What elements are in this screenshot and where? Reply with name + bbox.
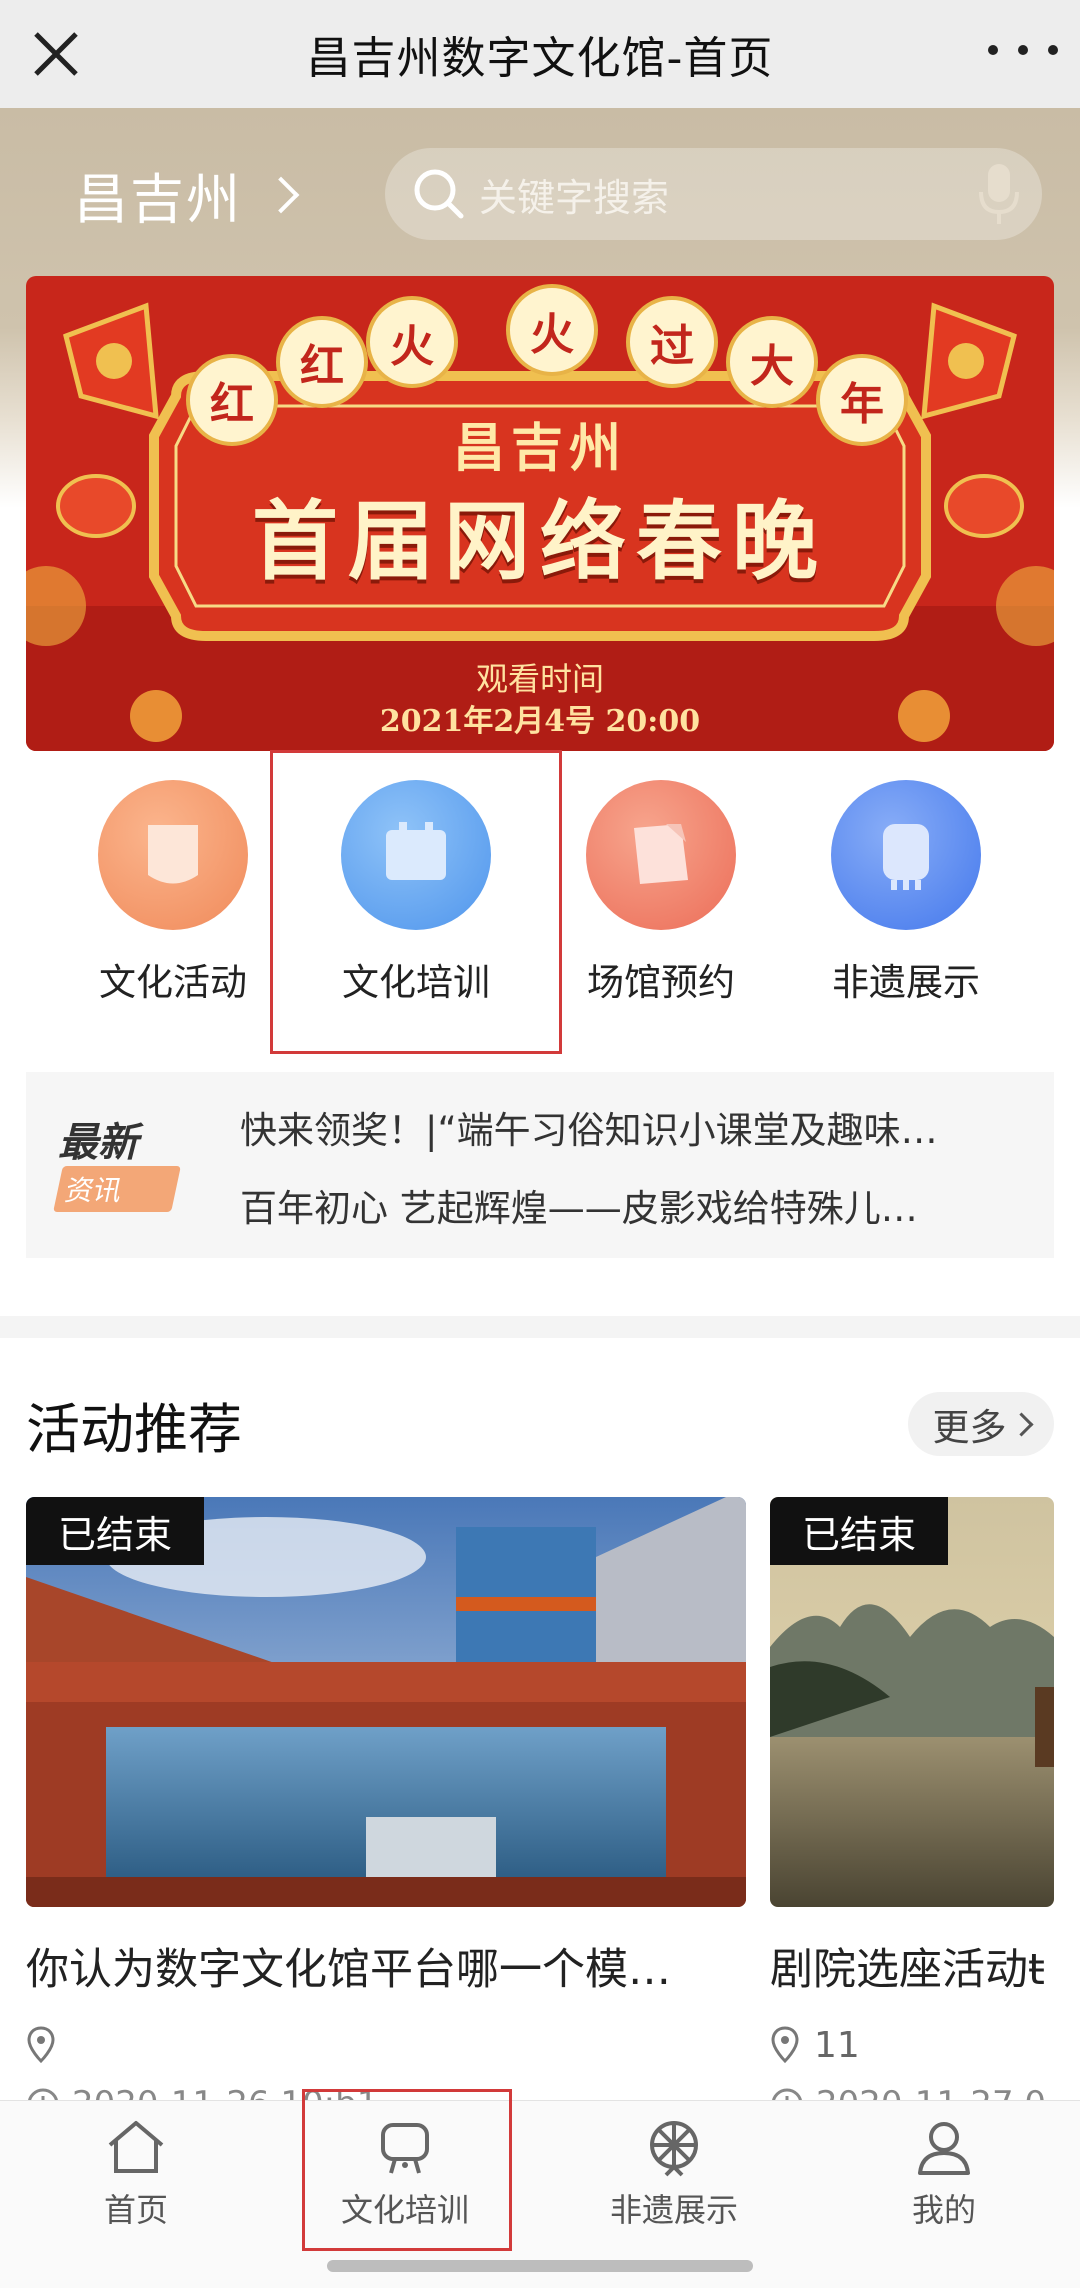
- banner-title: 首届网络春晚: [252, 491, 828, 592]
- entry-venue-booking[interactable]: 场馆预约: [541, 780, 781, 1006]
- activity-location: 11: [770, 2022, 860, 2068]
- activity-card-title[interactable]: 剧院选座活动ŧ: [770, 1935, 1054, 1997]
- section-title: 活动推荐: [26, 1398, 242, 1461]
- tab-profile[interactable]: 我的: [844, 2117, 1044, 2231]
- status-tag: 已结束: [26, 1497, 205, 1565]
- entry-label: 非遗展示: [832, 961, 980, 1004]
- activity-card-image[interactable]: 已结束: [26, 1497, 746, 1907]
- tab-label: 首页: [103, 2191, 168, 2229]
- section-divider: [0, 1316, 1080, 1338]
- heritage-tab-icon: [650, 2121, 698, 2177]
- news-badge-title: 最新: [58, 1120, 138, 1166]
- promo-banner[interactable]: 红 红 火 火 过 大 年 昌吉州 首届网络春晚 观看时间 2021年2月4号 …: [26, 276, 1054, 751]
- banner-chip: 火: [366, 296, 458, 388]
- city-selector[interactable]: 昌吉州: [74, 155, 300, 234]
- news-item[interactable]: 快来领奖！|“端午习俗知识小课堂及趣味…: [240, 1100, 938, 1154]
- activity-card-image[interactable]: 已结束: [770, 1497, 1054, 1907]
- home-indicator: [327, 2260, 753, 2272]
- microphone-icon[interactable]: [976, 162, 1022, 226]
- banner-time-label: 观看时间: [475, 660, 604, 698]
- more-button[interactable]: 更多: [908, 1392, 1054, 1456]
- tab-home[interactable]: 首页: [36, 2117, 236, 2231]
- location-text: 11: [814, 2024, 860, 2066]
- city-label: 昌吉州: [74, 168, 242, 231]
- profile-icon: [918, 2122, 970, 2175]
- entry-label: 场馆预约: [587, 961, 735, 1004]
- heritage-icon: [831, 780, 981, 930]
- highlight-annotation: [302, 2089, 512, 2251]
- tab-label: 我的: [911, 2191, 976, 2229]
- page-title: 昌吉州数字文化馆-首页: [306, 33, 774, 84]
- tab-heritage[interactable]: 非遗展示: [574, 2117, 774, 2231]
- search-bar[interactable]: 关键字搜索: [385, 148, 1042, 240]
- search-input[interactable]: 关键字搜索: [479, 167, 669, 222]
- banner-chip: 红: [276, 316, 368, 408]
- activity-location: [26, 2022, 68, 2068]
- entry-culture-activity[interactable]: 文化活动: [53, 780, 293, 1006]
- highlight-annotation: [270, 750, 562, 1054]
- close-icon[interactable]: [26, 24, 86, 84]
- banner-chip: 大: [726, 316, 818, 408]
- location-pin-icon: [771, 2026, 799, 2064]
- venue-icon: [586, 780, 736, 930]
- news-badge: 最新 资讯: [50, 1110, 200, 1220]
- entry-heritage-showcase[interactable]: 非遗展示: [786, 780, 1026, 1006]
- activity-icon: [98, 780, 248, 930]
- activity-card-title[interactable]: 你认为数字文化馆平台哪一个模…: [26, 1935, 746, 1997]
- top-navbar: 昌吉州数字文化馆-首页: [0, 0, 1080, 108]
- news-badge-subtitle: 资讯: [53, 1166, 181, 1212]
- banner-chip: 火: [506, 284, 598, 376]
- chevron-right-icon: [1008, 1411, 1034, 1437]
- status-tag: 已结束: [770, 1497, 949, 1565]
- tab-label: 非遗展示: [609, 2191, 738, 2229]
- news-panel: 最新 资讯 快来领奖！|“端午习俗知识小课堂及趣味… 百年初心 艺起辉煌——皮影…: [26, 1072, 1054, 1258]
- entry-label: 文化活动: [99, 961, 247, 1004]
- more-menu-icon[interactable]: [988, 30, 1058, 70]
- more-label: 更多: [932, 1406, 1007, 1449]
- search-icon: [414, 169, 464, 219]
- location-pin-icon: [27, 2026, 55, 2064]
- news-item[interactable]: 百年初心 艺起辉煌——皮影戏给特殊儿…: [240, 1178, 918, 1232]
- banner-time: 2021年2月4号 20:00: [379, 704, 701, 739]
- chevron-right-icon: [262, 176, 300, 213]
- banner-subtitle: 昌吉州: [452, 418, 627, 479]
- home-icon: [108, 2121, 164, 2173]
- banner-chip: 过: [626, 296, 718, 388]
